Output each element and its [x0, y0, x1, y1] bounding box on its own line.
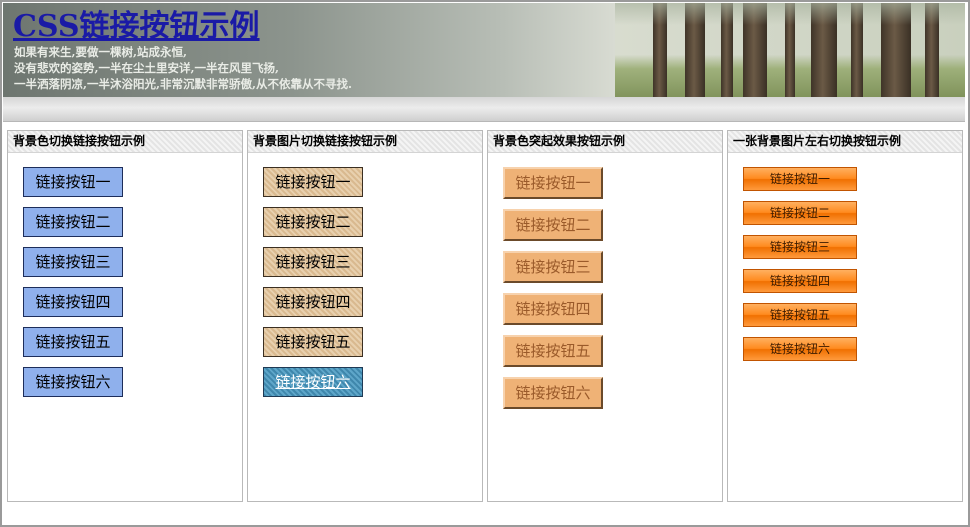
panel-sprite-switch: 一张背景图片左右切换按钮示例 链接按钮一 链接按钮二 链接按钮三 链接按钮四 链… — [727, 130, 963, 502]
link-button-3[interactable]: 链接按钮三 — [743, 235, 857, 259]
panel-heading: 背景色切换链接按钮示例 — [8, 131, 242, 153]
link-button-4[interactable]: 链接按钮四 — [263, 287, 363, 317]
panel-raised-effect: 背景色突起效果按钮示例 链接按钮一 链接按钮二 链接按钮三 链接按钮四 链接按钮… — [487, 130, 723, 502]
link-button-3[interactable]: 链接按钮三 — [263, 247, 363, 277]
link-button-1[interactable]: 链接按钮一 — [503, 167, 603, 199]
header-line-2: 没有悲欢的姿势,一半在尘土里安详,一半在风里飞扬, — [14, 61, 280, 75]
link-button-1[interactable]: 链接按钮一 — [23, 167, 123, 197]
link-button-4[interactable]: 链接按钮四 — [23, 287, 123, 317]
link-button-4[interactable]: 链接按钮四 — [503, 293, 603, 325]
panel-bgcolor-switch: 背景色切换链接按钮示例 链接按钮一 链接按钮二 链接按钮三 链接按钮四 链接按钮… — [7, 130, 243, 502]
link-button-5[interactable]: 链接按钮五 — [503, 335, 603, 367]
link-button-6[interactable]: 链接按钮六 — [23, 367, 123, 397]
header-banner: CSS链接按钮示例 如果有来生,要做一棵树,站成永恒, 没有悲欢的姿势,一半在尘… — [3, 3, 965, 97]
forest-banner-image — [615, 3, 965, 97]
link-button-6[interactable]: 链接按钮六 — [743, 337, 857, 361]
link-button-2[interactable]: 链接按钮二 — [263, 207, 363, 237]
panel-bgimage-switch: 背景图片切换链接按钮示例 链接按钮一 链接按钮二 链接按钮三 链接按钮四 链接按… — [247, 130, 483, 502]
link-button-1[interactable]: 链接按钮一 — [263, 167, 363, 197]
panel-heading: 背景图片切换链接按钮示例 — [248, 131, 482, 153]
link-button-2[interactable]: 链接按钮二 — [23, 207, 123, 237]
link-button-2[interactable]: 链接按钮二 — [743, 201, 857, 225]
link-button-3[interactable]: 链接按钮三 — [23, 247, 123, 277]
link-button-4[interactable]: 链接按钮四 — [743, 269, 857, 293]
link-button-3[interactable]: 链接按钮三 — [503, 251, 603, 283]
panel-heading: 一张背景图片左右切换按钮示例 — [728, 131, 962, 153]
link-button-5[interactable]: 链接按钮五 — [23, 327, 123, 357]
link-button-6-hover[interactable]: 链接按钮六 — [263, 367, 363, 397]
header-line-3: 一半洒落阴凉,一半沐浴阳光,非常沉默非常骄傲,从不依靠从不寻找. — [14, 77, 353, 91]
page-title-link[interactable]: CSS链接按钮示例 — [13, 7, 260, 47]
nav-bar — [3, 97, 965, 122]
link-button-6[interactable]: 链接按钮六 — [503, 377, 603, 409]
header-line-1: 如果有来生,要做一棵树,站成永恒, — [14, 45, 188, 59]
link-button-2[interactable]: 链接按钮二 — [503, 209, 603, 241]
panel-heading: 背景色突起效果按钮示例 — [488, 131, 722, 153]
link-button-1[interactable]: 链接按钮一 — [743, 167, 857, 191]
link-button-5[interactable]: 链接按钮五 — [743, 303, 857, 327]
link-button-5[interactable]: 链接按钮五 — [263, 327, 363, 357]
